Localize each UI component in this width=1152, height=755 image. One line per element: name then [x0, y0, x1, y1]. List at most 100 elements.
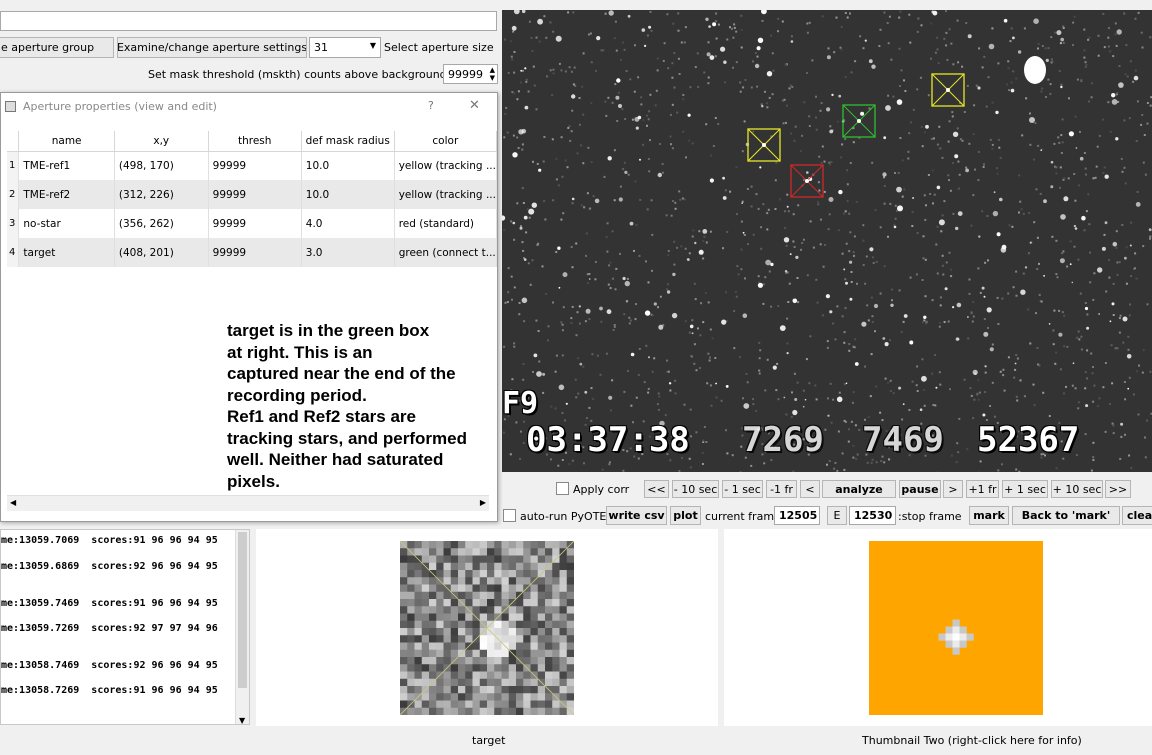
auto-run-pyote-checkbox[interactable]	[503, 509, 516, 522]
back-one-button[interactable]: <	[800, 480, 820, 498]
close-icon[interactable]: ✕	[469, 98, 480, 113]
table-row[interactable]: 2 TME-ref2 (312, 226) 99999 10.0 yellow …	[7, 180, 498, 209]
write-csv-button[interactable]: write csv	[606, 506, 667, 525]
current-frame-label: current frame:	[705, 510, 785, 523]
cell-name[interactable]: TME-ref1	[18, 151, 115, 180]
cell-color[interactable]: green (connect t...	[394, 238, 498, 267]
cell-radius[interactable]: 4.0	[301, 209, 395, 238]
forward-big-button[interactable]: >>	[1105, 480, 1131, 498]
back-1-sec-button[interactable]: - 1 sec	[722, 480, 763, 498]
dialog-titlebar[interactable]: Aperture properties (view and edit) ? ✕	[1, 93, 497, 121]
scroll-left-icon[interactable]: ◀	[10, 498, 16, 507]
clear-button[interactable]: clear	[1122, 506, 1152, 525]
note-line: tracking stars, and performed	[227, 428, 467, 448]
examine-aperture-settings-button[interactable]: Examine/change aperture settings	[117, 37, 307, 58]
aperture-group-button[interactable]: e aperture group	[0, 37, 114, 58]
cell-xy[interactable]: (356, 262)	[114, 209, 209, 238]
annotation-note: target is in the green box at right. Thi…	[227, 320, 497, 492]
back-to-mark-button[interactable]: Back to 'mark'	[1012, 506, 1120, 525]
forward-one-button[interactable]: >	[943, 480, 963, 498]
log-scrollbar[interactable]: ▼	[235, 530, 249, 724]
note-line: recording period.	[227, 385, 367, 405]
help-icon[interactable]: ?	[428, 99, 434, 112]
back-big-button[interactable]: <<	[644, 480, 669, 498]
spin-arrows-icon[interactable]: ▲ ▼	[490, 66, 495, 82]
cell-thresh[interactable]: 99999	[208, 180, 302, 209]
file-path-field[interactable]	[0, 11, 497, 31]
column-header[interactable]: name	[18, 131, 115, 152]
cell-radius[interactable]: 10.0	[301, 180, 395, 209]
mask-threshold-spinbox[interactable]: 99999 ▲ ▼	[443, 64, 498, 84]
cell-xy[interactable]: (408, 201)	[114, 238, 209, 267]
row-number: 4	[7, 238, 20, 267]
cell-radius[interactable]: 3.0	[301, 238, 395, 267]
table-row[interactable]: 3 no-star (356, 262) 99999 4.0 red (stan…	[7, 209, 498, 238]
aperture-size-select[interactable]: 31 ▼	[309, 37, 381, 58]
scroll-right-icon[interactable]: ▶	[480, 498, 486, 507]
apply-corr-checkbox[interactable]	[556, 482, 569, 495]
video-frame[interactable]: F9 03:37:38 7269 7469 52367	[502, 10, 1152, 472]
stop-frame-label: :stop frame	[898, 510, 962, 523]
analyze-button[interactable]: analyze	[822, 480, 896, 498]
horizontal-scrollbar[interactable]: ◀ ▶	[7, 495, 489, 511]
app-icon	[5, 101, 16, 112]
note-line: well. Neither had saturated	[227, 450, 444, 469]
note-line: at right. This is an	[227, 342, 373, 362]
cell-color[interactable]: yellow (tracking ...	[394, 180, 498, 209]
mask-threshold-value: 99999	[448, 67, 483, 81]
back-1-frame-button[interactable]: -1 fr	[766, 480, 797, 498]
e-button[interactable]: E	[827, 506, 847, 525]
thumbnail-one-panel[interactable]	[256, 529, 718, 726]
thumbnail-one-label: target	[472, 734, 506, 747]
aperture-size-label: Select aperture size	[384, 41, 494, 54]
mark-button[interactable]: mark	[969, 506, 1009, 525]
plot-button[interactable]: plot	[670, 506, 701, 525]
log-panel[interactable]: me:13059.7069 scores:91 96 96 94 95 me:1…	[0, 529, 250, 725]
aperture-box-ref2	[747, 128, 781, 162]
column-header[interactable]: color	[394, 131, 498, 152]
forward-1-frame-button[interactable]: +1 fr	[966, 480, 999, 498]
log-scrollbar-thumb[interactable]	[238, 532, 247, 688]
apply-corr-label: Apply corr	[573, 483, 630, 496]
cell-thresh[interactable]: 99999	[208, 151, 302, 180]
aperture-properties-dialog[interactable]: Aperture properties (view and edit) ? ✕ …	[0, 92, 498, 522]
mask-threshold-label: Set mask threshold (mskth) counts above …	[148, 68, 493, 81]
table-row[interactable]: 4 target (408, 201) 99999 3.0 green (con…	[7, 238, 498, 267]
forward-10-sec-button[interactable]: + 10 sec	[1051, 480, 1103, 498]
osd-field-indicator: F9	[502, 386, 539, 421]
pause-button[interactable]: pause	[899, 480, 941, 498]
forward-1-sec-button[interactable]: + 1 sec	[1002, 480, 1048, 498]
cell-thresh[interactable]: 99999	[208, 209, 302, 238]
column-header[interactable]: def mask radius	[301, 131, 395, 152]
back-10-sec-button[interactable]: - 10 sec	[672, 480, 719, 498]
thumbnail-two-panel[interactable]	[724, 529, 1152, 726]
table-row[interactable]: 1 TME-ref1 (498, 170) 99999 10.0 yellow …	[7, 151, 498, 180]
current-frame-value: 12505	[779, 509, 818, 522]
thumbnail-two-label[interactable]: Thumbnail Two (right-click here for info…	[862, 734, 1082, 747]
log-line: me:13059.7269 scores:92 97 97 94 96	[1, 623, 218, 634]
aperture-box-nostar	[790, 164, 824, 198]
column-header[interactable]: thresh	[208, 131, 302, 152]
aperture-table[interactable]: name x,y thresh def mask radius color 1 …	[7, 131, 498, 267]
cell-name[interactable]: TME-ref2	[18, 180, 115, 209]
cell-name[interactable]: no-star	[18, 209, 115, 238]
current-frame-field[interactable]: 12505	[774, 506, 820, 525]
cell-thresh[interactable]: 99999	[208, 238, 302, 267]
log-line: me:13059.7469 scores:91 96 96 94 95	[1, 598, 218, 609]
row-number: 2	[7, 180, 20, 209]
cell-xy[interactable]: (498, 170)	[114, 151, 209, 180]
cell-name[interactable]: target	[18, 238, 115, 267]
cell-color[interactable]: yellow (tracking ...	[394, 151, 498, 180]
note-line: target is in the green box	[227, 321, 430, 340]
scroll-down-icon[interactable]: ▼	[239, 716, 245, 724]
cell-radius[interactable]: 10.0	[301, 151, 395, 180]
cell-color[interactable]: red (standard)	[394, 209, 498, 238]
note-line: captured near the end of the	[227, 364, 456, 383]
stop-frame-value: 12530	[854, 509, 893, 522]
column-header[interactable]: x,y	[114, 131, 209, 152]
cell-xy[interactable]: (312, 226)	[114, 180, 209, 209]
aperture-box-ref1	[931, 73, 965, 107]
stop-frame-field[interactable]: 12530	[849, 506, 896, 525]
thumbnail-one-image	[400, 541, 574, 715]
auto-run-pyote-label: auto-run PyOTE	[520, 510, 607, 523]
